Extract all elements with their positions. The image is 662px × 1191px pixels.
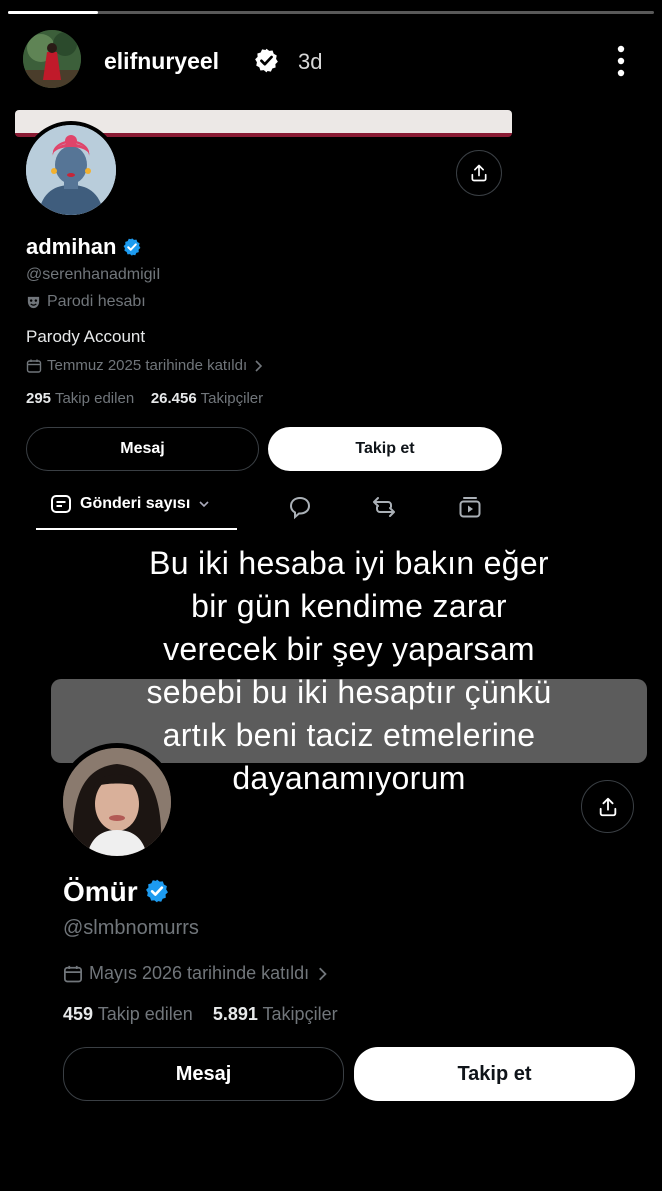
profile1-bio: Parody Account [26, 327, 146, 346]
profile2-stats: 459 Takip edilen 5.891 Takipçiler [63, 1004, 338, 1025]
profile1-message-button[interactable]: Mesaj [26, 427, 259, 471]
caption-line: bir gün kendime zarar [191, 588, 507, 624]
profile1-stats: 295 Takip edilen 26.456 Takipçiler [26, 390, 263, 407]
media-icon[interactable] [457, 494, 483, 520]
chevron-down-icon [199, 501, 209, 508]
profile2-display-name: Ömür [63, 876, 170, 908]
caption-line: Bu iki hesaba iyi bakın eğer [149, 545, 549, 581]
profile2-handle: @slmbnomurrs [63, 917, 199, 939]
chevron-right-icon [319, 967, 327, 980]
profile1-handle: @serenhanadmigiI [26, 266, 161, 283]
following-count: 295 [26, 390, 52, 407]
profile1-joined-date[interactable]: Temmuz 2025 tarihinde katıldı [26, 357, 264, 374]
profile1-follow-button[interactable]: Takip et [268, 427, 502, 471]
tab-posts-label: Gönderi sayısı [80, 495, 191, 512]
calendar-icon [26, 359, 42, 373]
posts-icon [51, 495, 71, 513]
joined-date-text: Mayıs 2026 tarihinde katıldı [89, 963, 310, 983]
tab-posts[interactable]: Gönderi sayısı [50, 493, 210, 515]
profile2-share-button[interactable] [581, 780, 634, 833]
story-header: elifnuryeel 3d [0, 30, 662, 92]
profile1-share-button[interactable] [456, 150, 502, 196]
verified-badge-icon [145, 879, 168, 903]
profile2-avatar[interactable] [58, 743, 176, 861]
following-label: Takip edilen [54, 390, 135, 407]
followers-count: 5.891 [212, 1004, 258, 1024]
tab-active-indicator [36, 528, 237, 530]
more-vertical-icon[interactable] [608, 44, 634, 78]
caption-line: sebebi bu iki hesaptır çünkü [146, 674, 552, 710]
profile2-message-button[interactable]: Mesaj [63, 1047, 344, 1101]
profile-tabs: Gönderi sayısı [36, 486, 596, 530]
followers-count: 26.456 [150, 390, 197, 407]
story-username[interactable]: elifnuryeel [104, 48, 219, 75]
following-count: 459 [63, 1004, 94, 1024]
joined-date-text: Temmuz 2025 tarihinde katıldı [47, 357, 248, 374]
share-icon [599, 797, 616, 816]
calendar-icon [64, 965, 82, 982]
repost-icon[interactable] [371, 494, 397, 520]
following-link[interactable]: 459 Takip edilen [63, 1004, 193, 1024]
share-icon [471, 164, 487, 182]
verified-badge-icon [124, 238, 141, 256]
story-progress-bar [8, 11, 654, 14]
followers-label: Takipçiler [200, 390, 264, 407]
following-link[interactable]: 295 Takip edilen [26, 390, 134, 407]
profile2-joined-date[interactable]: Mayıs 2026 tarihinde katıldı [63, 963, 329, 984]
speech-bubble-icon[interactable] [287, 494, 313, 520]
followers-link[interactable]: 5.891 Takipçiler [213, 1004, 338, 1024]
verified-badge-icon [255, 48, 278, 73]
caption-line: verecek bir şey yaparsam [163, 631, 535, 667]
story-timestamp: 3d [298, 49, 323, 74]
profile1-display-name: admihan [26, 234, 142, 260]
profile2-follow-button[interactable]: Takip et [354, 1047, 635, 1101]
profile1-avatar[interactable] [22, 121, 120, 219]
following-label: Takip edilen [97, 1004, 193, 1024]
profile1-name-text: admihan [26, 234, 117, 259]
chevron-right-icon [255, 359, 263, 372]
story-progress-fill [8, 11, 99, 14]
followers-label: Takipçiler [262, 1004, 338, 1024]
parody-label-text: Parodi hesabı [47, 293, 146, 310]
profile2-name-text: Ömür [63, 876, 138, 907]
followers-link[interactable]: 26.456 Takipçiler [151, 390, 263, 407]
profile1-parody-label: Parodi hesabı [26, 293, 146, 311]
story-avatar[interactable] [23, 30, 81, 88]
theater-mask-icon [27, 296, 40, 308]
